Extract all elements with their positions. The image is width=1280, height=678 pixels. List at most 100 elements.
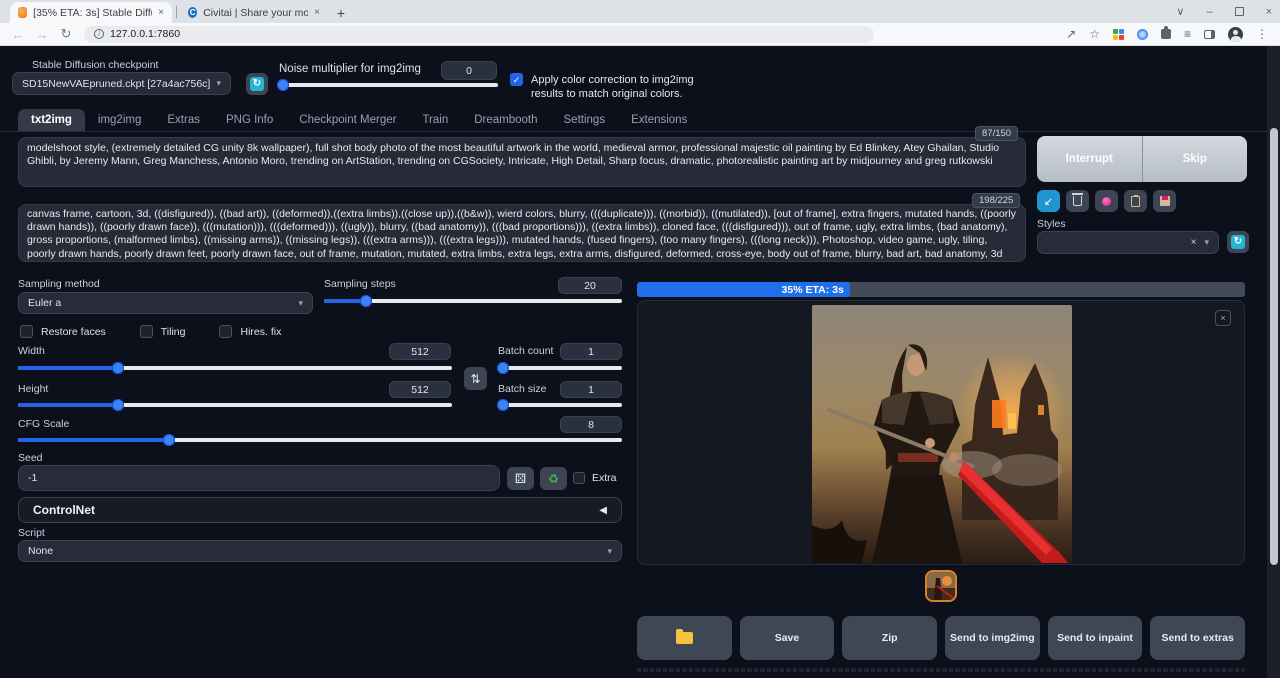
controlnet-label: ControlNet bbox=[33, 503, 95, 517]
forward-icon[interactable]: → bbox=[30, 27, 54, 42]
slider-thumb[interactable] bbox=[163, 434, 175, 446]
bookmark-star-icon[interactable]: ☆ bbox=[1089, 27, 1100, 41]
zip-button[interactable]: Zip bbox=[842, 616, 937, 660]
chevron-down-icon: ▾ bbox=[1204, 237, 1209, 248]
refresh-styles-button[interactable]: ↻ bbox=[1227, 231, 1249, 253]
batch-count-slider[interactable] bbox=[498, 366, 622, 370]
browser-tab-stable-diffusion[interactable]: [35% ETA: 3s] Stable Diffusion × bbox=[10, 2, 172, 23]
tab-close-icon[interactable]: × bbox=[314, 7, 320, 18]
checkpoint-dropdown[interactable]: SD15NewVAEpruned.ckpt [27a4ac756c] ▾ bbox=[12, 72, 231, 95]
window-maximize-icon[interactable] bbox=[1235, 7, 1244, 16]
styles-dropdown[interactable]: × ▾ bbox=[1037, 231, 1219, 254]
swap-dimensions-button[interactable]: ⇅ bbox=[464, 367, 487, 390]
slider-thumb[interactable] bbox=[277, 79, 289, 91]
send-to-extras-button[interactable]: Send to extras bbox=[1150, 616, 1245, 660]
save-button[interactable]: Save bbox=[740, 616, 835, 660]
clear-prompt-button[interactable] bbox=[1066, 190, 1089, 212]
scrollbar-track[interactable] bbox=[1267, 46, 1280, 678]
sampling-steps-value[interactable]: 20 bbox=[558, 277, 622, 294]
profile-avatar[interactable] bbox=[1228, 27, 1243, 42]
slider-thumb[interactable] bbox=[497, 399, 509, 411]
window-chevron-icon[interactable]: ∨ bbox=[1176, 5, 1184, 18]
sampling-steps-slider[interactable] bbox=[324, 299, 622, 303]
interrupt-button[interactable]: Interrupt bbox=[1037, 136, 1143, 182]
extra-seed-checkbox[interactable] bbox=[573, 472, 585, 484]
refresh-icon: ↻ bbox=[1231, 235, 1245, 249]
tab-extras[interactable]: Extras bbox=[154, 109, 213, 131]
save-style-button[interactable] bbox=[1153, 190, 1176, 212]
hires-fix-checkbox[interactable] bbox=[219, 325, 232, 338]
tab-txt2img[interactable]: txt2img bbox=[18, 109, 85, 131]
random-seed-button[interactable]: ⚄ bbox=[507, 467, 534, 490]
batch-count-value[interactable]: 1 bbox=[560, 343, 622, 360]
extra-networks-button[interactable] bbox=[1095, 190, 1118, 212]
width-label: Width bbox=[18, 345, 45, 357]
seed-input[interactable]: -1 bbox=[18, 465, 500, 491]
gallery-thumbnail[interactable] bbox=[925, 570, 957, 602]
extensions-puzzle-icon[interactable] bbox=[1161, 29, 1171, 39]
width-value[interactable]: 512 bbox=[389, 343, 451, 360]
batch-size-slider[interactable] bbox=[498, 403, 622, 407]
refresh-checkpoints-button[interactable]: ↻ bbox=[246, 73, 268, 95]
send-to-inpaint-button[interactable]: Send to inpaint bbox=[1048, 616, 1143, 660]
tiling-checkbox[interactable] bbox=[140, 325, 153, 338]
batch-size-value[interactable]: 1 bbox=[560, 381, 622, 398]
slider-thumb[interactable] bbox=[497, 362, 509, 374]
noise-multiplier-slider[interactable] bbox=[281, 83, 498, 87]
negative-prompt-textarea[interactable]: canvas frame, cartoon, 3d, ((disfigured)… bbox=[18, 204, 1026, 262]
window-close-icon[interactable]: × bbox=[1266, 6, 1272, 18]
sampling-method-dropdown[interactable]: Euler a ▾ bbox=[18, 292, 313, 314]
height-value[interactable]: 512 bbox=[389, 381, 451, 398]
tab-img2img[interactable]: img2img bbox=[85, 109, 154, 131]
clear-styles-icon[interactable]: × bbox=[1191, 237, 1197, 248]
window-controls: ∨ – × bbox=[1176, 0, 1272, 23]
apply-style-button[interactable] bbox=[1124, 190, 1147, 212]
sheets-extension-icon[interactable] bbox=[1113, 29, 1124, 40]
reading-list-icon[interactable]: ≡ bbox=[1184, 27, 1191, 41]
progress-text: 35% ETA: 3s bbox=[782, 284, 844, 296]
paste-generation-params-button[interactable]: ↙ bbox=[1037, 190, 1060, 212]
extra-seed-row: Extra bbox=[573, 472, 617, 484]
extension-blue-icon[interactable] bbox=[1137, 29, 1148, 40]
address-bar[interactable]: i 127.0.0.1:7860 bbox=[84, 26, 874, 43]
browser-tab-civitai[interactable]: C Civitai | Share your models × bbox=[180, 2, 328, 23]
back-icon[interactable]: ← bbox=[6, 27, 30, 42]
reuse-seed-button[interactable]: ♻ bbox=[540, 467, 567, 490]
reload-icon[interactable]: ↻ bbox=[54, 26, 78, 42]
site-info-icon[interactable]: i bbox=[94, 29, 104, 39]
cfg-scale-slider[interactable] bbox=[18, 438, 622, 442]
generate-controls: Interrupt Skip bbox=[1037, 136, 1247, 182]
send-to-img2img-button[interactable]: Send to img2img bbox=[945, 616, 1040, 660]
tab-checkpoint-merger[interactable]: Checkpoint Merger bbox=[286, 109, 409, 131]
height-slider[interactable] bbox=[18, 403, 452, 407]
color-correction-checkbox[interactable]: ✓ bbox=[510, 73, 523, 86]
window-minimize-icon[interactable]: – bbox=[1206, 6, 1212, 18]
slider-thumb[interactable] bbox=[360, 295, 372, 307]
slider-thumb[interactable] bbox=[112, 399, 124, 411]
clipboard-icon bbox=[1131, 196, 1140, 207]
share-icon[interactable]: ↗ bbox=[1066, 27, 1076, 41]
tab-extensions[interactable]: Extensions bbox=[618, 109, 700, 131]
tab-png-info[interactable]: PNG Info bbox=[213, 109, 286, 131]
tab-settings[interactable]: Settings bbox=[551, 109, 619, 131]
tab-dreambooth[interactable]: Dreambooth bbox=[461, 109, 550, 131]
restore-faces-checkbox[interactable] bbox=[20, 325, 33, 338]
tab-train[interactable]: Train bbox=[409, 109, 461, 131]
script-dropdown[interactable]: None ▾ bbox=[18, 540, 622, 562]
menu-kebab-icon[interactable]: ⋮ bbox=[1256, 27, 1268, 41]
prompt-textarea[interactable]: modelshoot style, (extremely detailed CG… bbox=[18, 137, 1026, 187]
scrollbar-thumb[interactable] bbox=[1270, 128, 1278, 565]
controlnet-accordion[interactable]: ControlNet ◀ bbox=[18, 497, 622, 523]
cfg-scale-value[interactable]: 8 bbox=[560, 416, 622, 433]
width-slider[interactable] bbox=[18, 366, 452, 370]
open-folder-button[interactable] bbox=[637, 616, 732, 660]
noise-multiplier-value[interactable]: 0 bbox=[441, 61, 497, 80]
slider-thumb[interactable] bbox=[112, 362, 124, 374]
close-preview-icon[interactable]: × bbox=[1215, 310, 1231, 326]
new-tab-button[interactable]: + bbox=[332, 4, 350, 22]
skip-button[interactable]: Skip bbox=[1143, 136, 1248, 182]
output-buttons: Save Zip Send to img2img Send to inpaint… bbox=[637, 616, 1245, 660]
generated-image[interactable] bbox=[812, 305, 1072, 563]
side-panel-icon[interactable] bbox=[1204, 30, 1215, 39]
tab-close-icon[interactable]: × bbox=[158, 7, 164, 18]
